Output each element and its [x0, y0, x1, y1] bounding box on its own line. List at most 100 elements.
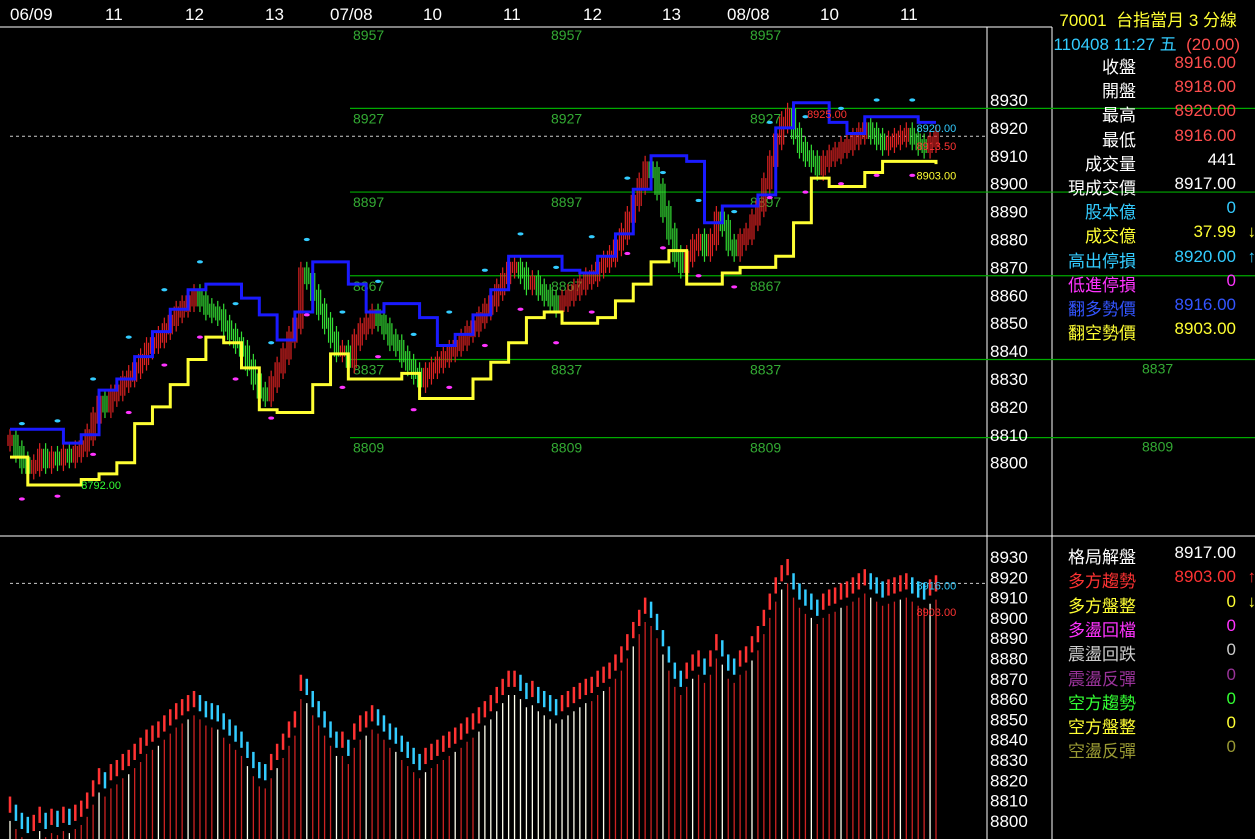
quote-value: 8916.00: [1174, 53, 1236, 72]
quote-row: 高出停損 8920.00 ↑: [1058, 247, 1255, 271]
stop-low-marker: [517, 307, 524, 311]
quote-value: 37.99: [1193, 222, 1236, 242]
quote-value: 8916.00: [1174, 125, 1236, 145]
quote-label: 收盤: [1102, 58, 1136, 77]
quote-label: 開盤: [1102, 82, 1136, 102]
quote-value: 8920.00: [1174, 101, 1236, 121]
stop-high-marker: [624, 176, 631, 180]
datetime: 110408 11:27 五: [1053, 35, 1177, 54]
stop-low-marker: [410, 408, 417, 412]
stop-high-marker: [909, 98, 916, 102]
stop-high-marker: [481, 268, 488, 272]
y-tick-label: 8820: [990, 771, 1028, 790]
x-tick-label: 06/09: [10, 5, 53, 24]
y-tick-label: 8800: [990, 812, 1028, 831]
price-annotation: 8925.00: [807, 109, 847, 121]
chart-title: 70001 台指當月 3 分線: [1059, 6, 1237, 31]
stop-high-marker: [54, 419, 61, 423]
pattern-value: 0: [1226, 591, 1236, 611]
level-label: 8809: [551, 440, 582, 456]
quote-row: 收盤 8916.00: [1058, 53, 1248, 77]
pattern-label: 格局解盤: [1068, 548, 1136, 567]
y-tick-label: 8890: [990, 203, 1028, 222]
quote-value: 0: [1226, 270, 1236, 290]
price-annotation: 8913.50: [916, 141, 956, 153]
y-tick-label: 8840: [990, 342, 1028, 361]
level-label: 8837: [1142, 360, 1173, 376]
stop-low-marker: [161, 363, 168, 367]
stop-low-marker: [196, 335, 203, 339]
quote-row: 現成交價 8917.00: [1058, 174, 1248, 198]
quote-value: 441: [1207, 149, 1236, 169]
pattern-label: 多盪回檔: [1068, 620, 1136, 640]
quote-row: 翻多勢價 8916.00: [1058, 295, 1248, 319]
stop-low-marker: [18, 497, 25, 501]
arrow-up-icon: ↑: [1247, 246, 1255, 266]
y-tick-label: 8920: [990, 119, 1028, 138]
stop-low-marker: [232, 377, 239, 381]
pattern-label: 空方趨勢: [1068, 693, 1136, 713]
bottom-annotations: 8916.00 8903.00: [916, 580, 956, 618]
y-tick-label: 8830: [990, 751, 1028, 770]
y-tick-label: 8880: [990, 650, 1028, 669]
y-tick-label: 8900: [990, 175, 1028, 194]
stop-low-marker: [339, 385, 346, 389]
y-tick-label: 8810: [990, 426, 1028, 445]
datetime-row: 110408 11:27 五 (20.00): [1053, 30, 1240, 55]
quote-label: 股本億: [1085, 203, 1136, 223]
pattern-row: 空方盤整 0: [1058, 713, 1248, 737]
x-axis: 06/09 11 12 13 07/08 10 11 12 13 08/08 10 11: [10, 5, 918, 24]
stop-low-marker: [624, 251, 631, 256]
stop-low-marker: [481, 343, 488, 348]
quote-label: 翻空勢價: [1068, 324, 1136, 344]
level-label: 8897: [353, 194, 384, 210]
quote-value: 8916.00: [1174, 295, 1236, 314]
quote-label: 低進停損: [1068, 275, 1136, 295]
pattern-row: 多方盤整 0 ↓: [1058, 591, 1255, 616]
pattern-row: 多方趨勢 8903.00 ↑: [1058, 567, 1255, 591]
stop-high-marker: [731, 210, 738, 214]
stop-low-marker: [90, 452, 97, 456]
level-label: 8809: [750, 440, 781, 456]
quote-value: 8917.00: [1174, 174, 1236, 193]
x-tick-label: 11: [503, 5, 521, 24]
pattern-row: 空盪反彈 0: [1058, 737, 1248, 761]
quote-row: 翻空勢價 8903.00: [1058, 319, 1248, 344]
quote-label: 最低: [1102, 130, 1136, 150]
pattern-value: 0: [1226, 688, 1236, 708]
stop-high-marker: [766, 120, 773, 124]
stop-high-marker: [18, 422, 25, 426]
stop-low-marker: [125, 410, 132, 415]
quote-row: 成交億 37.99 ↓: [1058, 222, 1255, 246]
arrow-down-icon: ↓: [1247, 222, 1255, 242]
symbol-code: 70001: [1059, 11, 1107, 30]
price-annotation: 8903.00: [916, 607, 956, 619]
stop-high-marker: [375, 279, 382, 283]
quote-row: 股本億 0: [1058, 198, 1248, 223]
level-label: 8867: [750, 278, 781, 294]
quote-row: 最低 8916.00: [1058, 125, 1248, 150]
stop-low-marker: [375, 355, 382, 359]
level-label: 8809: [353, 440, 384, 456]
x-tick-label: 13: [662, 5, 681, 24]
stop-low-marker: [802, 190, 809, 194]
top-y-axis: 8930 8920 8910 8900 8890 8880 8870 8860 8850 8840…: [990, 91, 1028, 473]
stop-high-marker: [553, 265, 560, 269]
stop-high-marker: [695, 198, 702, 203]
pattern-value: 0: [1226, 640, 1236, 660]
level-label: 8927: [750, 110, 781, 126]
price-annotation: 8903.00: [916, 170, 956, 182]
y-tick-label: 8850: [990, 314, 1028, 333]
level-label: 8837: [353, 361, 384, 377]
quote-label: 成交量: [1085, 154, 1136, 174]
pattern-label: 震盪回跌: [1068, 645, 1136, 665]
change-value: (20.00): [1186, 35, 1240, 54]
y-tick-label: 8810: [990, 792, 1028, 811]
pattern-value: 0: [1226, 664, 1236, 684]
pattern-value: 0: [1226, 713, 1236, 733]
stop-high-marker: [588, 235, 595, 239]
y-tick-label: 8900: [990, 609, 1028, 628]
pattern-row: 震盪回跌 0: [1058, 640, 1248, 665]
stop-high-marker: [410, 332, 417, 336]
chart-name: 台指當月 3 分線: [1116, 11, 1237, 30]
